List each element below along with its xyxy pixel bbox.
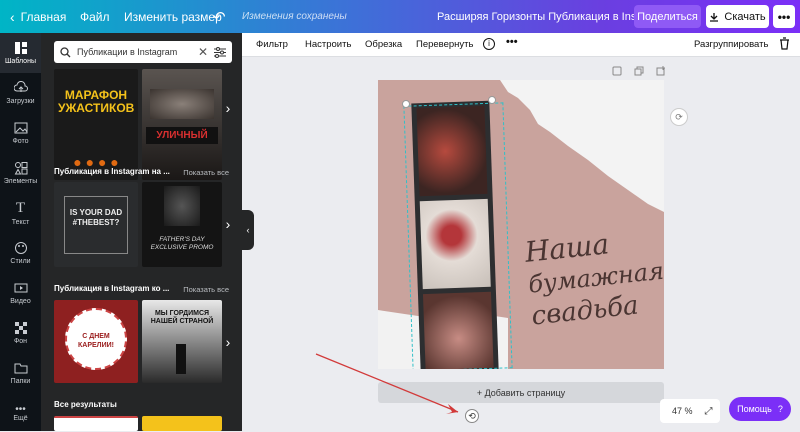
- template-proud-country[interactable]: МЫ ГОРДИМСЯ НАШЕЙ СТРАНОЙ: [142, 300, 222, 383]
- filter-button[interactable]: Фильтр: [256, 39, 288, 50]
- page-actions: [612, 66, 666, 76]
- help-button[interactable]: Помощь ?: [729, 397, 791, 421]
- download-button[interactable]: Скачать: [706, 5, 769, 28]
- rail-folders[interactable]: Папки: [0, 353, 41, 393]
- template-fathers-day[interactable]: FATHER'S DAY EXCLUSIVE PROMO: [142, 182, 222, 267]
- search-icon: [60, 46, 71, 57]
- rail-more[interactable]: ••• Ещё: [0, 395, 41, 431]
- search-box[interactable]: Публикации в Instagram ✕: [54, 41, 232, 63]
- flip-button[interactable]: Перевернуть: [416, 39, 473, 50]
- ungroup-button[interactable]: Разгруппировать: [694, 39, 768, 50]
- rail-text[interactable]: T Текст: [0, 193, 41, 233]
- text-icon: T: [15, 200, 26, 216]
- show-all-link-3[interactable]: Показать все: [183, 285, 229, 294]
- info-icon[interactable]: i: [483, 38, 495, 50]
- video-icon: [14, 283, 27, 293]
- more-dots-icon: •••: [15, 404, 26, 415]
- template-result-1[interactable]: [54, 416, 138, 431]
- section-title-2: Публикация в Instagram на ...: [54, 167, 170, 176]
- more-options-button[interactable]: •••: [773, 5, 795, 28]
- template-horror-marathon[interactable]: МАРАФОН УЖАСТИКОВ ● ● ● ●: [54, 69, 138, 180]
- zoom-control[interactable]: 47 % ⤢: [660, 399, 720, 423]
- resize-handle[interactable]: [488, 96, 496, 104]
- palette-icon: [14, 242, 27, 254]
- undo-icon[interactable]: ↶: [213, 0, 226, 33]
- share-button[interactable]: Поделиться: [634, 5, 701, 28]
- download-icon: [710, 12, 719, 22]
- chevron-right-icon[interactable]: ›: [221, 215, 235, 233]
- rail-background[interactable]: Фон: [0, 313, 41, 353]
- rail-templates[interactable]: Шаблоны: [0, 33, 41, 73]
- save-status: Изменения сохранены: [242, 11, 347, 22]
- add-page-icon[interactable]: [656, 66, 666, 76]
- chevron-right-icon[interactable]: ›: [221, 333, 235, 351]
- note-icon[interactable]: [612, 66, 622, 76]
- chevron-right-icon[interactable]: ›: [221, 99, 235, 117]
- resize-menu[interactable]: Изменить размер: [124, 0, 222, 33]
- adjust-button[interactable]: Настроить: [305, 39, 351, 50]
- templates-icon: [14, 42, 27, 54]
- folder-icon: [14, 363, 27, 374]
- chevron-left-icon: ‹: [10, 8, 15, 25]
- template-result-2[interactable]: [142, 416, 222, 431]
- selection-frame: [403, 102, 513, 369]
- search-input[interactable]: Публикации в Instagram: [77, 47, 198, 57]
- people-photo: [150, 89, 214, 119]
- question-icon: ?: [777, 404, 783, 414]
- template-is-your-dad[interactable]: IS YOUR DAD #THEBEST?: [54, 182, 138, 267]
- trash-icon[interactable]: [779, 37, 790, 53]
- silhouette-photo: [176, 344, 186, 374]
- suit-photo: [164, 186, 200, 226]
- more-icon[interactable]: •••: [506, 36, 518, 48]
- rail-uploads[interactable]: Загрузки: [0, 73, 41, 113]
- comment-icon[interactable]: ⟳: [670, 108, 688, 126]
- templates-panel: Публикации в Instagram ✕ МАРАФОН УЖАСТИК…: [41, 33, 242, 431]
- elements-icon: [14, 162, 27, 175]
- file-menu[interactable]: Файл: [80, 0, 110, 33]
- background-pattern-icon: [14, 322, 27, 334]
- section-title-4: Все результаты: [54, 400, 117, 409]
- resize-handle[interactable]: [402, 100, 410, 108]
- cloud-upload-icon: [13, 81, 28, 92]
- rail-styles[interactable]: Стили: [0, 233, 41, 273]
- rail-photos[interactable]: Фото: [0, 113, 41, 153]
- section-title-3: Публикация в Instagram ко ...: [54, 284, 170, 293]
- show-all-link-2[interactable]: Показать все: [183, 168, 229, 177]
- crop-button[interactable]: Обрезка: [365, 39, 402, 50]
- rail-elements[interactable]: Элементы: [0, 153, 41, 193]
- clear-icon[interactable]: ✕: [198, 45, 208, 59]
- rail-video[interactable]: Видео: [0, 273, 41, 313]
- home-link[interactable]: ‹ Главная: [10, 0, 66, 33]
- filter-sliders-icon[interactable]: [214, 46, 226, 58]
- top-bar: ‹ Главная Файл Изменить размер ↶ Изменен…: [0, 0, 800, 33]
- fullscreen-icon[interactable]: ⤢: [705, 406, 713, 417]
- design-title-text[interactable]: Наша бумажная свадьба: [523, 223, 664, 332]
- template-karelia-day[interactable]: С ДНЕМ КАРЕЛИИ!: [54, 300, 138, 383]
- duplicate-icon[interactable]: [634, 66, 644, 76]
- photo-icon: [14, 122, 27, 134]
- left-rail: Шаблоны Загрузки Фото Элементы T Текст С…: [0, 33, 41, 431]
- design-page[interactable]: Наша бумажная свадьба: [378, 80, 664, 369]
- image-toolbar: Фильтр Настроить Обрезка Перевернуть i •…: [242, 33, 800, 57]
- template-street[interactable]: УЛИЧНЫЙ: [142, 69, 222, 180]
- annotation-arrow: [315, 353, 459, 414]
